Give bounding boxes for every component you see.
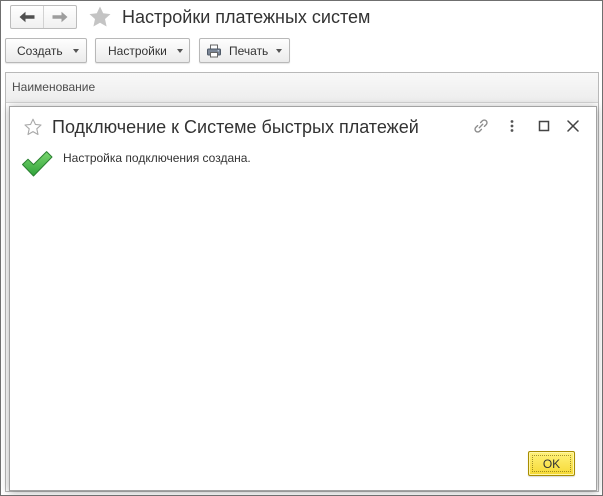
ok-button-label: OK <box>542 456 561 471</box>
dialog-title: Подключение к Системе быстрых платежей <box>52 117 419 137</box>
create-button-label: Создать <box>17 43 63 58</box>
dropdown-arrow-icon <box>73 48 79 53</box>
star-outline-icon[interactable] <box>24 118 42 136</box>
print-button-label: Печать <box>229 43 269 58</box>
back-arrow-icon <box>19 11 35 23</box>
column-header-name[interactable]: Наименование <box>6 73 598 102</box>
star-icon[interactable] <box>89 6 111 27</box>
back-button[interactable] <box>11 6 43 28</box>
close-icon[interactable] <box>565 118 581 134</box>
table-header: Наименование <box>6 73 598 103</box>
page-title: Настройки платежных систем <box>122 7 371 27</box>
app-window: Настройки платежных систем Создать Настр… <box>0 0 603 496</box>
ok-button[interactable]: OK <box>528 451 575 476</box>
success-check-icon <box>22 151 53 177</box>
sbp-connection-dialog: Подключение к Системе быстрых платежей Н… <box>9 106 597 491</box>
maximize-icon[interactable] <box>536 118 552 134</box>
more-vertical-icon[interactable] <box>504 118 520 134</box>
dropdown-arrow-icon <box>177 48 183 53</box>
forward-arrow-icon <box>52 11 68 23</box>
printer-icon <box>207 44 221 57</box>
dialog-titlebar[interactable]: Подключение к Системе быстрых платежей <box>10 107 596 147</box>
forward-button[interactable] <box>43 6 76 28</box>
create-button[interactable]: Создать <box>5 38 87 63</box>
dialog-message: Настройка подключения создана. <box>63 151 251 165</box>
link-icon[interactable] <box>473 118 489 134</box>
navigation-buttons <box>10 5 77 29</box>
print-button[interactable]: Печать <box>199 38 290 63</box>
settings-button-label: Настройки <box>108 43 167 58</box>
settings-button[interactable]: Настройки <box>95 38 190 63</box>
dropdown-arrow-icon <box>276 48 282 53</box>
